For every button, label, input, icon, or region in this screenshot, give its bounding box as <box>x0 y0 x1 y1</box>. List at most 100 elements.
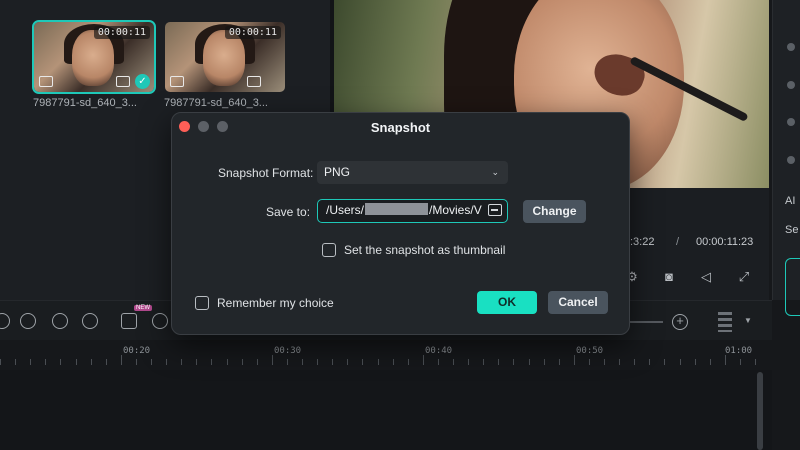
ruler-tick <box>513 359 514 365</box>
ruler-label: 00:20 <box>123 346 151 356</box>
ruler-tick <box>604 359 605 365</box>
format-value: PNG <box>324 165 351 179</box>
zoom-slider[interactable] <box>630 321 663 323</box>
ruler-label: 01:00 <box>725 346 753 356</box>
format-select[interactable]: PNG ⌄ <box>317 161 508 184</box>
new-badge: NEW <box>134 305 152 311</box>
ruler-tick <box>181 359 182 365</box>
ruler-tick <box>664 359 665 365</box>
ruler-tick <box>136 359 137 365</box>
clip-duration: 00:00:11 <box>93 26 150 39</box>
ruler-tick <box>302 359 303 365</box>
ruler-tick <box>649 359 650 365</box>
ruler-tick <box>15 359 16 365</box>
folder-icon[interactable] <box>488 204 502 216</box>
snapshot-dialog: Snapshot Snapshot Format: PNG ⌄ Save to:… <box>171 112 630 335</box>
option-radio[interactable] <box>787 156 795 164</box>
ruler-tick <box>544 359 545 365</box>
ruler-tick <box>378 359 379 365</box>
ruler-tick <box>725 355 726 365</box>
ruler-tick <box>710 359 711 365</box>
media-clip-1[interactable]: 00:00:11 ✓ <box>32 20 156 94</box>
ruler-tick <box>619 359 620 365</box>
redacted-username <box>365 203 429 215</box>
chevron-down-icon[interactable]: ▼ <box>744 316 752 325</box>
ruler-tick <box>634 359 635 365</box>
ruler-tick <box>60 359 61 365</box>
check-icon: ✓ <box>135 74 150 89</box>
clip-duration: 00:00:11 <box>224 26 281 39</box>
text-tool-icon[interactable] <box>121 313 137 329</box>
ruler-tick <box>45 359 46 365</box>
ruler-tick <box>438 359 439 365</box>
speed-icon[interactable] <box>20 313 36 329</box>
ruler-tick <box>317 359 318 365</box>
path-prefix: /Users/ <box>326 203 365 217</box>
ruler-tick <box>483 359 484 365</box>
cancel-button[interactable]: Cancel <box>548 291 608 314</box>
change-button[interactable]: Change <box>523 200 586 223</box>
camera-icon <box>247 76 261 87</box>
option-radio[interactable] <box>787 43 795 51</box>
fullscreen-icon[interactable]: ⤢ <box>736 270 752 284</box>
se-label: Se <box>785 224 799 236</box>
option-card[interactable] <box>785 258 800 316</box>
ruler-tick <box>287 359 288 365</box>
camera-icon <box>116 76 130 87</box>
ruler-tick <box>30 359 31 365</box>
ruler-tick <box>453 359 454 365</box>
mask-icon[interactable] <box>52 313 68 329</box>
ruler-tick <box>423 355 424 365</box>
ruler-tick <box>121 355 122 365</box>
dialog-title: Snapshot <box>370 120 431 135</box>
ruler-tick <box>211 359 212 365</box>
remember-checkbox-label[interactable]: Remember my choice <box>217 296 334 310</box>
option-radio[interactable] <box>787 118 795 126</box>
ruler-tick <box>755 359 756 365</box>
clip-name: 7987791-sd_640_3... <box>33 97 137 109</box>
thumbnail-checkbox-label[interactable]: Set the snapshot as thumbnail <box>344 243 505 257</box>
zoom-in-icon[interactable]: + <box>672 314 688 330</box>
timeline-tracks[interactable] <box>0 370 772 450</box>
thumbnail-checkbox[interactable] <box>322 243 336 257</box>
save-path-input[interactable]: /Users/ /Movies/V <box>317 199 508 223</box>
ruler-tick <box>347 359 348 365</box>
ruler-tick <box>257 359 258 365</box>
ok-button[interactable]: OK <box>477 291 537 314</box>
time-separator: / <box>676 236 680 248</box>
ruler-tick <box>272 355 273 365</box>
ruler-tick <box>166 359 167 365</box>
save-to-label: Save to: <box>266 205 311 219</box>
ruler-tick <box>468 359 469 365</box>
track-layout-icon[interactable] <box>718 312 732 332</box>
ruler-tick <box>362 359 363 365</box>
total-time: 00:00:11:23 <box>696 236 754 248</box>
vertical-scrollbar[interactable] <box>757 372 763 450</box>
stabilize-icon[interactable] <box>82 313 98 329</box>
ruler-tick <box>408 359 409 365</box>
remember-checkbox[interactable] <box>195 296 209 310</box>
ruler-tick <box>196 359 197 365</box>
volume-icon[interactable]: ◁ <box>698 270 714 284</box>
ai-label: AI <box>785 195 796 207</box>
ruler-tick <box>574 355 575 365</box>
ruler-tick <box>680 359 681 365</box>
ruler-tick <box>227 359 228 365</box>
ruler-tick <box>529 359 530 365</box>
right-panel: AI Se <box>772 0 800 316</box>
ruler-tick <box>151 359 152 365</box>
media-clip-2[interactable]: 00:00:11 <box>165 22 285 92</box>
ruler-tick <box>589 359 590 365</box>
option-radio[interactable] <box>787 81 795 89</box>
ruler-tick <box>106 359 107 365</box>
snapshot-camera-icon[interactable]: ◙ <box>661 270 677 284</box>
ruler-tick <box>393 359 394 365</box>
timeline-ruler[interactable] <box>0 340 772 370</box>
ruler-tick <box>740 359 741 365</box>
ruler-label: 00:40 <box>425 346 453 356</box>
current-time: :3:22 <box>630 236 655 248</box>
ai-tool-icon[interactable] <box>152 313 168 329</box>
path-suffix: /Movies/V <box>429 203 482 217</box>
chevron-down-icon: ⌄ <box>491 167 499 177</box>
ruler-label: 00:50 <box>576 346 604 356</box>
